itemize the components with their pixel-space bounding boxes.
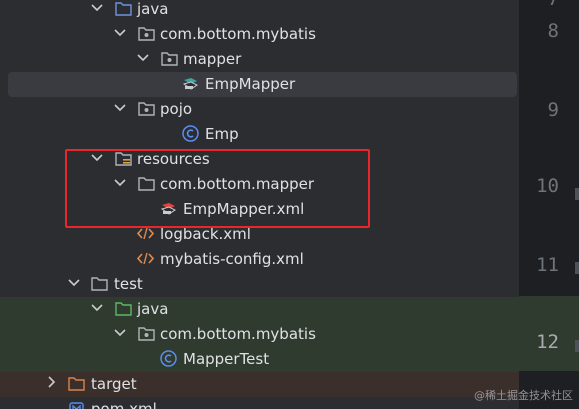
tree-node-label: java xyxy=(137,0,169,18)
tree-node-label: java xyxy=(137,300,169,318)
test-source-folder-icon xyxy=(115,302,132,316)
maven-icon xyxy=(69,402,84,409)
tree-node-label: MapperTest xyxy=(183,350,270,368)
tree-node-label: EmpMapper xyxy=(205,75,296,93)
tree-node-package[interactable]: com.bottom.mybatis xyxy=(0,322,519,347)
chevron-down-icon[interactable] xyxy=(90,300,104,314)
tree-node-label: Emp xyxy=(205,125,239,143)
package-icon xyxy=(138,27,155,41)
watermark: @稀土掘金技术社区 xyxy=(474,389,573,402)
tree-node-label: test xyxy=(114,275,143,293)
gutter-marker xyxy=(575,262,579,274)
mybatis-interface-icon xyxy=(182,78,198,90)
tree-node-class[interactable]: MapperTest xyxy=(0,347,519,372)
gutter-marker xyxy=(575,188,579,200)
package-icon xyxy=(138,102,155,116)
project-tree: java com.bottom.mybatis mapper EmpMapper… xyxy=(0,0,519,409)
chevron-down-icon[interactable] xyxy=(113,325,127,339)
highlight-annotation-box xyxy=(65,149,370,228)
chevron-down-icon[interactable] xyxy=(67,275,81,289)
tree-node-label: pom.xml xyxy=(91,400,157,409)
tree-node-pom[interactable]: pom.xml xyxy=(0,397,519,409)
tree-node-empmapper[interactable]: EmpMapper xyxy=(8,72,517,97)
gutter-marker xyxy=(575,340,579,352)
package-icon xyxy=(138,327,155,341)
tree-node-test[interactable]: test xyxy=(0,272,519,297)
tree-node-label: com.bottom.mybatis xyxy=(160,325,316,343)
line-number: 8 xyxy=(547,20,559,42)
tree-node-label: com.bottom.mybatis xyxy=(160,25,316,43)
line-number: 7 xyxy=(548,0,559,10)
excluded-folder-icon xyxy=(68,377,85,391)
line-number: 11 xyxy=(536,254,559,276)
tree-node-java[interactable]: java xyxy=(0,0,519,22)
line-number: 9 xyxy=(547,99,559,121)
tree-node-class[interactable]: Emp xyxy=(0,122,519,147)
tree-node-target[interactable]: target xyxy=(0,372,519,397)
chevron-down-icon[interactable] xyxy=(90,0,104,14)
chevron-right-icon[interactable] xyxy=(44,375,58,389)
tree-node-package[interactable]: mapper xyxy=(0,47,519,72)
tree-node-label: target xyxy=(91,375,137,393)
tree-node-package[interactable]: com.bottom.mybatis xyxy=(0,22,519,47)
tree-node-label: mapper xyxy=(183,50,242,68)
tree-node-label: pojo xyxy=(160,100,193,118)
line-number: 10 xyxy=(536,175,559,197)
line-number-current: 12 xyxy=(536,331,559,353)
tree-node-package[interactable]: pojo xyxy=(0,97,519,122)
chevron-down-icon[interactable] xyxy=(136,50,150,64)
source-folder-icon xyxy=(115,2,132,16)
class-icon xyxy=(182,125,199,142)
chevron-down-icon[interactable] xyxy=(113,100,127,114)
folder-icon xyxy=(91,277,108,291)
xml-file-icon xyxy=(137,252,154,265)
tree-node-xml-file[interactable]: mybatis-config.xml xyxy=(0,247,519,272)
class-icon xyxy=(160,350,177,367)
editor-gutter: 7 8 9 10 11 12 xyxy=(519,0,579,409)
package-icon xyxy=(161,52,178,66)
chevron-down-icon[interactable] xyxy=(113,25,127,39)
tree-node-test-java[interactable]: java xyxy=(0,297,519,322)
tree-node-label: mybatis-config.xml xyxy=(160,250,304,268)
xml-file-icon xyxy=(137,227,154,240)
